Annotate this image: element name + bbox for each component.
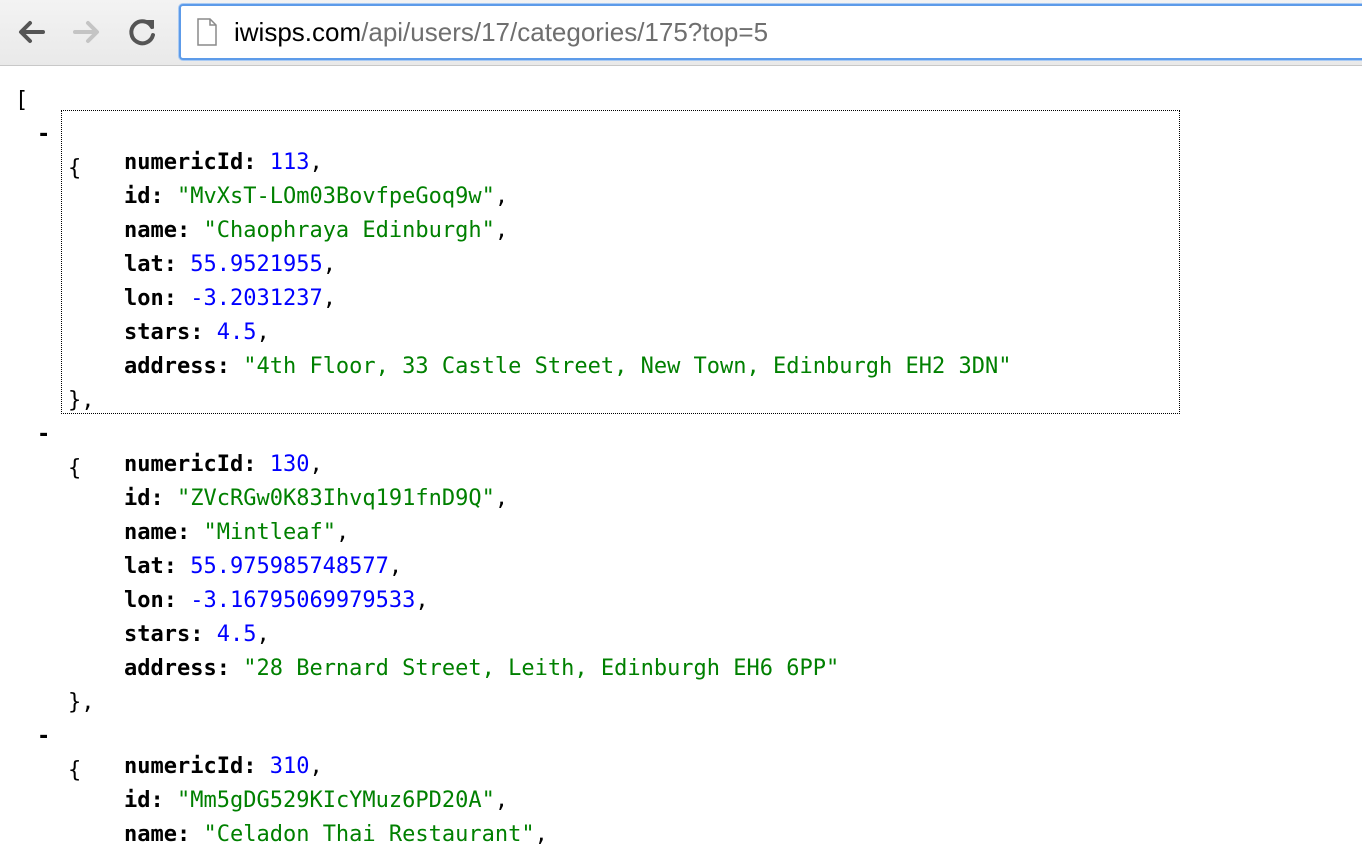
key-label: name: [124,218,191,243]
number-value: 55.9521955 [190,252,323,277]
number-value: 130 [269,452,310,477]
key-label: id: [124,486,164,511]
string-value: "Celadon Thai Restaurant" [203,822,535,847]
key-label: name: [124,822,191,847]
field-name: name: "Mintleaf", [124,516,349,550]
array-open-bracket: [ [15,88,29,113]
collapse-toggle[interactable]: - [37,418,50,452]
string-value: "28 Bernard Street, Leith, Edinburgh EH6… [243,656,840,681]
comma: , [309,452,323,477]
number-value: -3.2031237 [190,286,323,311]
field-id: id: "MvXsT-LOm03BovfpeGoq9w", [124,180,508,214]
key-label: lat: [124,554,177,579]
field-name: name: "Chaophraya Edinburgh", [124,214,508,248]
string-value: "Mintleaf" [203,520,336,545]
browser-toolbar: iwisps.com/api/users/17/categories/175?t… [0,0,1362,66]
number-value: 55.975985748577 [190,554,389,579]
number-value: 4.5 [216,320,257,345]
json-viewer: [ -{ numericId: 113, id: "MvXsT-LOm03Bov… [0,66,1362,854]
field-numericId: numericId: 310, [124,750,323,784]
key-label: numericId: [124,150,257,175]
field-numericId: numericId: 130, [124,448,323,482]
forward-arrow-icon [73,21,99,43]
reload-button[interactable] [125,14,161,50]
key-label: address: [124,656,230,681]
forward-button[interactable] [69,14,105,50]
key-label: numericId: [124,452,257,477]
string-value: "ZVcRGw0K83Ihvq191fnD9Q" [177,486,495,511]
string-value: "Mm5gDG529KIcYMuz6PD20A" [177,788,495,813]
field-lon: lon: -3.16795069979533, [124,584,429,618]
field-stars: stars: 4.5, [124,618,270,652]
field-id: id: "ZVcRGw0K83Ihvq191fnD9Q", [124,482,508,516]
reload-icon [129,19,155,46]
comma: , [494,218,509,243]
url-text[interactable]: iwisps.com/api/users/17/categories/175?t… [234,16,768,48]
field-address: address: "4th Floor, 33 Castle Street, N… [124,350,1011,384]
comma: , [335,520,350,545]
comma: , [388,554,403,579]
page-icon [197,18,217,46]
open-brace: { [68,456,82,481]
key-label: name: [124,520,191,545]
address-bar[interactable]: iwisps.com/api/users/17/categories/175?t… [179,4,1362,60]
json-item: -{ [37,720,90,783]
number-value: -3.16795069979533 [190,588,416,613]
key-label: id: [124,184,164,209]
key-label: stars: [124,622,204,647]
json-item: -{ [37,118,90,181]
field-address: address: "28 Bernard Street, Leith, Edin… [124,652,839,686]
comma: , [322,252,336,277]
comma: , [494,486,509,511]
string-value: "Chaophraya Edinburgh" [203,218,495,243]
field-id: id: "Mm5gDG529KIcYMuz6PD20A", [124,784,508,818]
number-value: 310 [269,754,310,779]
key-label: id: [124,788,164,813]
field-lat: lat: 55.975985748577, [124,550,402,584]
comma: , [534,822,548,847]
number-value: 4.5 [216,622,257,647]
comma: , [494,184,509,209]
close-brace: }, [68,388,95,413]
field-stars: stars: 4.5, [124,316,270,350]
comma: , [309,754,323,779]
comma: , [415,588,429,613]
field-numericId: numericId: 113, [124,146,323,180]
key-label: lat: [124,252,177,277]
key-label: stars: [124,320,204,345]
key-label: lon: [124,286,177,311]
comma: , [322,286,336,311]
back-button[interactable] [13,14,49,50]
open-brace: { [68,758,82,783]
comma: , [309,150,323,175]
comma: , [256,622,270,647]
string-value: "MvXsT-LOm03BovfpeGoq9w" [177,184,495,209]
url-host: iwisps.com [234,17,362,47]
field-lon: lon: -3.2031237, [124,282,336,316]
back-arrow-icon [19,21,45,43]
key-label: numericId: [124,754,257,779]
string-value: "4th Floor, 33 Castle Street, New Town, … [243,354,1012,379]
collapse-toggle[interactable]: - [37,720,50,754]
collapse-toggle[interactable]: - [37,118,50,152]
close-brace: }, [68,690,95,715]
field-name: name: "Celadon Thai Restaurant", [124,818,548,852]
number-value: 113 [269,150,310,175]
json-item: -{ [37,418,90,481]
key-label: lon: [124,588,177,613]
url-path: /api/users/17/categories/175?top=5 [361,17,769,47]
comma: , [256,320,270,345]
key-label: address: [124,354,230,379]
comma: , [494,788,509,813]
field-lat: lat: 55.9521955, [124,248,336,282]
open-brace: { [68,156,82,181]
